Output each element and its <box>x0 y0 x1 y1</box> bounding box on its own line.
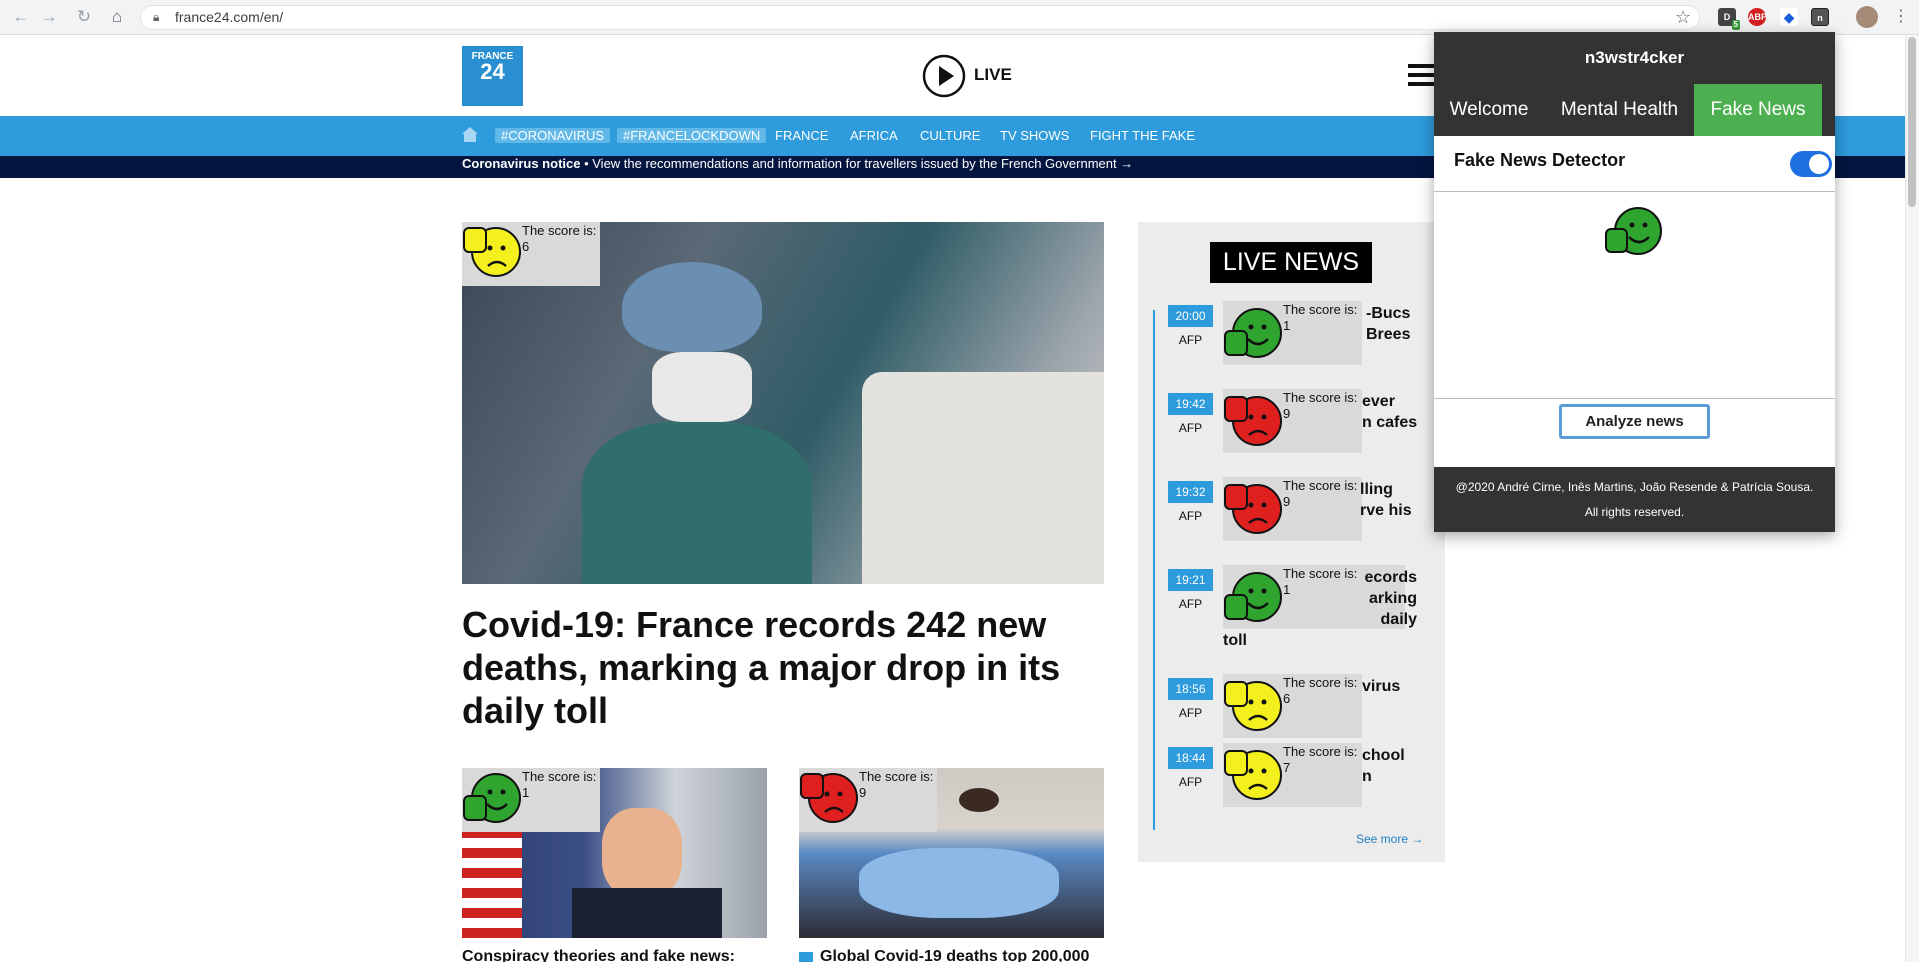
news-headline[interactable]: -Bucs Brees <box>1366 303 1410 345</box>
notice-title: Coronavirus notice <box>462 156 581 171</box>
tab-mental-health[interactable]: Mental Health <box>1548 84 1691 136</box>
news-time: 18:44 <box>1168 747 1213 769</box>
score-label: The score is: <box>1283 566 1358 581</box>
news-time: 19:21 <box>1168 569 1213 591</box>
nurse-gown <box>582 422 812 584</box>
scrollbar-thumb[interactable] <box>1908 37 1916 207</box>
thumbs-down-frown-icon <box>1224 396 1282 446</box>
divider <box>1434 191 1835 192</box>
url-text: france24.com/en/ <box>175 9 284 25</box>
popup-app-name: n3wstr4cker <box>1584 48 1685 67</box>
home-icon[interactable]: ⌂ <box>106 6 128 28</box>
thumbs-up-smiley-icon <box>1224 308 1282 358</box>
card-title[interactable]: Conspiracy theories and fake news: <box>462 948 767 962</box>
score-label: The score is: <box>1283 390 1358 405</box>
divider <box>1434 398 1835 399</box>
timeline-line <box>1153 310 1155 830</box>
extension-d-icon[interactable]: D5 <box>1718 8 1740 30</box>
news-source: AFP <box>1178 597 1203 611</box>
nav-tv-shows[interactable]: TV SHOWS <box>1000 127 1069 145</box>
nav-culture[interactable]: CULTURE <box>920 127 980 145</box>
news-headline[interactable]: ecords arking daily <box>1360 567 1417 630</box>
live-label[interactable]: LIVE <box>974 65 1012 85</box>
card-title[interactable]: Global Covid-19 deaths top 200,000 <box>820 948 1089 962</box>
news-time: 19:32 <box>1168 481 1213 503</box>
news-source: AFP <box>1178 706 1203 720</box>
tab-fake-news[interactable]: Fake News <box>1694 84 1822 136</box>
thumbs-up-smiley-icon <box>1605 207 1662 255</box>
extension-badge: 5 <box>1731 20 1740 30</box>
nav-tag-francelockdown[interactable]: #FRANCELOCKDOWN <box>617 127 767 145</box>
main-headline[interactable]: Covid-19: France records 242 new deaths,… <box>462 603 1104 732</box>
adblock-icon[interactable]: ABP <box>1748 8 1767 26</box>
thumbs-down-frown-icon <box>463 227 521 277</box>
live-news-title: LIVE NEWS <box>1210 242 1372 283</box>
cube-extension-icon[interactable]: ◆ <box>1780 8 1798 26</box>
news-headline[interactable]: virus <box>1362 676 1400 697</box>
notice-text: • View the recommendations and informati… <box>580 156 1134 171</box>
see-more-link[interactable]: See more → <box>1356 832 1423 846</box>
face-mask <box>652 352 752 422</box>
star-icon[interactable]: ☆ <box>1675 7 1691 28</box>
score-label: The score is: <box>522 223 597 238</box>
news-source: AFP <box>1178 421 1203 435</box>
score-label: The score is: <box>1283 302 1358 317</box>
thumbs-down-frown-icon <box>1224 484 1282 534</box>
nav-tag-coronavirus[interactable]: #CORONAVIRUS <box>495 127 611 145</box>
news-time: 18:56 <box>1168 678 1213 700</box>
home-icon[interactable] <box>461 126 479 143</box>
address-bar[interactable]: 🔒︎ france24.com/en/ <box>140 5 1700 30</box>
video-icon <box>799 952 813 962</box>
kebab-menu-icon[interactable]: ⋮ <box>1893 6 1909 26</box>
nav-africa[interactable]: AFRICA <box>850 127 898 145</box>
flag <box>462 828 522 938</box>
popup-header: n3wstr4cker <box>1434 32 1835 84</box>
menu-icon[interactable] <box>1408 64 1436 91</box>
news-headline[interactable]: ever n cafes <box>1362 391 1417 433</box>
news-source: AFP <box>1178 333 1203 347</box>
back-icon[interactable]: ← <box>10 6 32 28</box>
news-time: 19:42 <box>1168 393 1213 415</box>
score-label: The score is: <box>1283 744 1358 759</box>
score-label: The score is: <box>1283 478 1358 493</box>
score-label: The score is: <box>859 769 934 784</box>
logo-number: 24 <box>480 59 505 84</box>
hospital-bed <box>862 372 1104 584</box>
footer-credits: @2020 André Cirne, Inês Martins, João Re… <box>1455 480 1814 494</box>
news-time: 20:00 <box>1168 305 1213 327</box>
popup-footer: @2020 André Cirne, Inês Martins, João Re… <box>1434 467 1835 532</box>
lock-icon: 🔒︎ <box>153 10 160 24</box>
news-source: AFP <box>1178 775 1203 789</box>
nav-fight-the-fake[interactable]: FIGHT THE FAKE <box>1090 127 1195 145</box>
tab-welcome[interactable]: Welcome <box>1434 84 1544 136</box>
play-icon[interactable] <box>922 54 966 98</box>
thumbs-up-smiley-icon <box>1224 572 1282 622</box>
thumbs-down-frown-icon <box>800 773 858 823</box>
footer-rights: All rights reserved. <box>1584 505 1685 519</box>
detector-label: Fake News Detector <box>1454 150 1626 170</box>
news-source: AFP <box>1178 509 1203 523</box>
n3wstr4cker-extension-icon[interactable]: n <box>1811 8 1829 26</box>
news-headline[interactable]: chool n <box>1362 745 1405 787</box>
news-headline[interactable]: lling rve his <box>1360 479 1412 521</box>
suit <box>572 888 722 938</box>
nav-france[interactable]: FRANCE <box>775 127 828 145</box>
france24-logo[interactable]: FRANCE 24 <box>462 46 523 106</box>
thumbs-down-frown-icon <box>1224 750 1282 800</box>
detector-toggle[interactable] <box>1790 151 1832 177</box>
score-label: The score is: <box>1283 675 1358 690</box>
nurse-cap <box>622 262 762 352</box>
blue-mask <box>859 848 1059 918</box>
news-headline-tail[interactable]: toll <box>1223 630 1247 651</box>
person-face <box>602 808 682 898</box>
reload-icon[interactable]: ↻ <box>73 6 95 28</box>
avatar[interactable] <box>1856 6 1878 28</box>
eye <box>959 788 999 812</box>
analyze-news-button[interactable]: Analyze news <box>1559 404 1710 439</box>
thumbs-up-smiley-icon <box>463 773 521 823</box>
score-label: The score is: <box>522 769 597 784</box>
forward-icon[interactable]: → <box>38 6 60 28</box>
thumbs-down-frown-icon <box>1224 681 1282 731</box>
